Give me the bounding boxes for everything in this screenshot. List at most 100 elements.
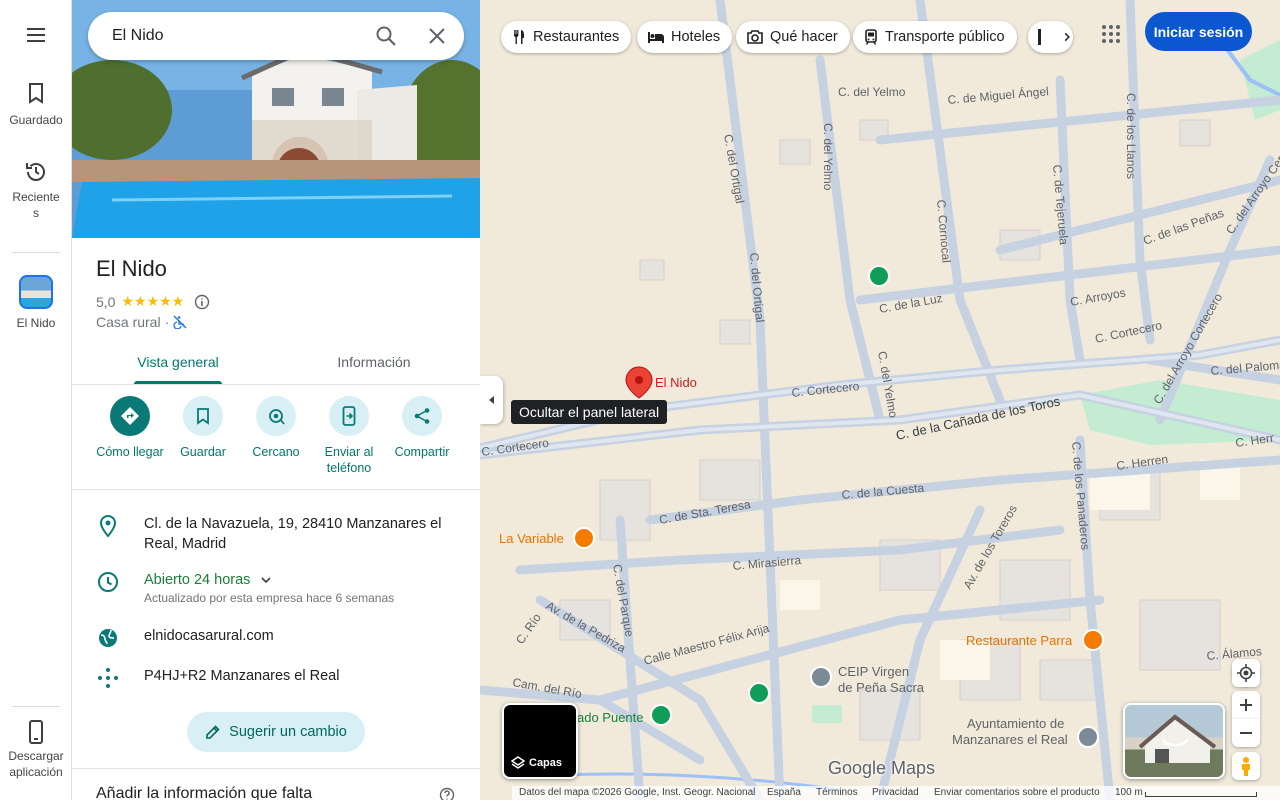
bed-icon <box>648 32 664 43</box>
rail-saved-label: Guardado <box>9 113 63 127</box>
menu-icon <box>27 28 45 42</box>
category-separator: · <box>164 314 170 330</box>
map-label-poi[interactable]: de Peña Sacra <box>838 680 925 695</box>
action-label: Cómo llegar <box>96 445 164 459</box>
privacy-link[interactable]: Privacidad <box>872 786 919 800</box>
map-label-poi[interactable]: La Variable <box>499 531 564 546</box>
feedback-link[interactable]: Enviar comentarios sobre el producto <box>934 786 1100 800</box>
scale-label[interactable]: 100 m <box>1115 786 1143 800</box>
chevron-right-icon <box>1064 32 1070 42</box>
download-label-2: aplicación <box>9 765 63 779</box>
plus-code-row[interactable]: P4HJ+R2 Manzanares el Real <box>96 666 339 690</box>
hours-status: Abierto 24 horas <box>144 572 251 588</box>
hours-row[interactable]: Abierto 24 horas Actualizado por esta em… <box>96 570 394 606</box>
save-circle <box>183 396 223 436</box>
nearby-icon <box>269 409 285 425</box>
address-row[interactable]: Cl. de la Navazuela, 19, 28410 Manzanare… <box>96 514 441 554</box>
chevron-down-icon[interactable] <box>260 574 272 586</box>
transit-icon <box>865 29 877 45</box>
directions-button[interactable]: Cómo llegar <box>91 396 169 460</box>
scale-bar <box>1145 792 1257 797</box>
place-tabs: Vista general Información <box>72 340 480 385</box>
pegman-button[interactable] <box>1232 752 1260 780</box>
layers-label: Capas <box>529 757 563 769</box>
location-pin-icon <box>99 514 117 538</box>
chip-label: Qué hacer <box>770 29 838 45</box>
bookmark-icon <box>197 408 209 425</box>
nearby-button[interactable]: Cercano <box>237 396 315 460</box>
place-panel: El Nido 5,0 ★★★★★ Casa rural · Vista gen… <box>72 0 480 800</box>
country-link[interactable]: España <box>767 786 801 800</box>
nearby-circle <box>256 396 296 436</box>
action-label: Guardar <box>180 445 226 459</box>
chip-things-to-do[interactable]: Qué hacer <box>736 21 850 53</box>
zoom-out-button[interactable] <box>1232 719 1260 747</box>
map-label-poi[interactable]: Manzanares el Real <box>952 732 1068 747</box>
chip-partial-icon <box>1038 29 1048 45</box>
terms-link[interactable]: Términos <box>816 786 858 800</box>
close-icon <box>429 28 445 44</box>
chip-restaurants[interactable]: Restaurantes <box>501 21 632 53</box>
address-line-2: Real, Madrid <box>144 536 227 552</box>
my-location-button[interactable] <box>1232 659 1260 687</box>
clear-search-button[interactable] <box>425 24 449 48</box>
share-circle <box>402 396 442 436</box>
chip-label: Restaurantes <box>533 29 620 45</box>
camera-icon <box>747 30 763 44</box>
share-button[interactable]: Compartir <box>383 396 461 460</box>
map-label-street: C. de los Llanos <box>1124 93 1138 179</box>
history-icon <box>26 163 45 181</box>
google-maps-logo: Google Maps <box>828 758 936 778</box>
search-input[interactable] <box>112 27 352 45</box>
place-title: El Nido <box>96 256 167 281</box>
action-label-wrap: teléfono <box>326 461 372 475</box>
rail-recent[interactable]: Reciente s <box>0 161 72 221</box>
save-button[interactable]: Guardar <box>164 396 242 460</box>
sign-in-button[interactable]: Iniciar sesión <box>1145 12 1252 51</box>
map-label-poi[interactable]: CEIP Virgen <box>838 664 909 679</box>
search-button[interactable] <box>374 24 398 48</box>
download-app-button[interactable]: Descargar aplicación <box>0 720 72 780</box>
chip-hotels[interactable]: Hoteles <box>637 21 733 53</box>
map-label-poi[interactable]: Ayuntamiento de <box>967 716 1064 731</box>
help-icon[interactable] <box>439 787 455 800</box>
tab-information[interactable]: Información <box>328 340 420 384</box>
suggest-label: Sugerir un cambio <box>229 724 347 740</box>
apps-grid-icon[interactable] <box>1101 24 1121 44</box>
plus-code-text: P4HJ+R2 Manzanares el Real <box>144 668 340 684</box>
address-line-1: Cl. de la Navazuela, 19, 28410 Manzanare… <box>144 516 442 532</box>
share-icon <box>414 408 430 424</box>
send-to-phone-button[interactable]: Enviar al teléfono <box>310 396 388 476</box>
tab-overview[interactable]: Vista general <box>134 340 222 384</box>
website-row[interactable]: elnidocasarural.com <box>96 626 274 650</box>
category-label[interactable]: Casa rural <box>96 314 161 330</box>
map-label-poi[interactable]: ado Puente <box>577 710 644 725</box>
suggest-edit-button[interactable]: Sugerir un cambio <box>187 712 365 752</box>
map-label-marker[interactable]: El Nido <box>655 375 697 390</box>
clock-icon <box>98 572 118 592</box>
menu-button[interactable] <box>0 26 72 44</box>
collapse-tooltip: Ocultar el panel lateral <box>511 400 668 424</box>
restaurant-icon <box>513 30 524 44</box>
send-circle <box>329 396 369 436</box>
place-actions: Cómo llegar Guardar Cercano Enviar al te… <box>72 396 480 490</box>
collapse-panel-button[interactable] <box>480 376 503 424</box>
chip-label: Transporte público <box>885 29 1005 45</box>
search-icon <box>376 26 396 46</box>
add-missing-info: Añadir la información que falta <box>72 768 480 800</box>
rating-value: 5,0 <box>96 293 116 310</box>
street-view-thumbnail[interactable] <box>1123 703 1225 779</box>
layers-button[interactable]: Capas <box>502 703 578 779</box>
pegman-icon <box>1242 757 1250 776</box>
map-label-poi[interactable]: Restaurante Parra <box>966 633 1073 648</box>
website-link[interactable]: elnidocasarural.com <box>144 626 274 646</box>
place-category: Casa rural · <box>96 314 187 330</box>
rail-recent-place[interactable]: El Nido <box>0 275 72 331</box>
layers-icon <box>511 756 525 769</box>
hours-note: Actualizado por esta empresa hace 6 sema… <box>144 591 395 605</box>
info-icon[interactable] <box>194 294 210 310</box>
zoom-in-button[interactable] <box>1232 691 1260 719</box>
chip-transit[interactable]: Transporte público <box>853 21 1017 53</box>
chips-next-button[interactable] <box>1028 21 1073 53</box>
rail-saved[interactable]: Guardado <box>0 82 72 128</box>
